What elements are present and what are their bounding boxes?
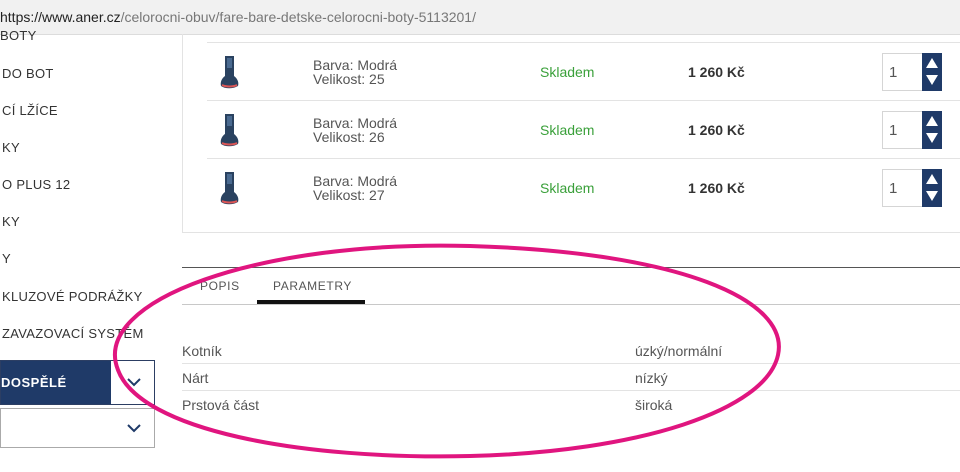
triangle-down-icon[interactable] [926,133,938,143]
quantity-stepper[interactable]: 1 [882,53,942,91]
table-row: Prstová část široká [182,391,960,417]
table-row: Barva: Modrá Velikost: 27 Skladem 1 260 … [207,158,960,217]
stepper-buttons[interactable] [922,111,942,149]
address-bar[interactable]: https://www.aner.cz/celorocni-obuv/fare-… [0,0,960,35]
table-row: Barva: Modrá Velikost: 26 Skladem 1 260 … [207,100,960,159]
product-tabs: POPIS PARAMETRY [182,267,960,305]
param-name: Prstová část [182,397,260,413]
shoe-thumbnail [220,56,239,89]
param-value: nízký [635,370,668,386]
variant-attributes: Barva: Modrá Velikost: 27 [313,174,397,202]
table-row: Barva: Modrá Velikost: 25 Skladem 1 260 … [207,42,960,101]
quantity-value[interactable]: 1 [889,180,897,197]
quantity-value[interactable]: 1 [889,122,897,139]
stock-status: Skladem [540,64,595,80]
tab-popis[interactable]: POPIS [200,279,240,293]
shoe-thumbnail [220,114,239,147]
variant-color: Barva: Modrá [313,115,398,131]
chevron-down-icon [127,378,141,387]
triangle-down-icon[interactable] [926,75,938,85]
variant-size: Velikost: 27 [313,187,385,203]
variant-color: Barva: Modrá [313,57,398,73]
stepper-buttons[interactable] [922,53,942,91]
sidebar-item[interactable]: KY [2,140,20,155]
url-host: https://www.aner.cz [0,9,121,25]
sidebar-item[interactable]: CÍ LŽÍCE [2,103,58,118]
active-tab-indicator [257,300,365,304]
param-name: Nárt [182,370,209,386]
stepper-buttons[interactable] [922,169,942,207]
tab-parametry[interactable]: PARAMETRY [273,279,352,293]
variant-price: 1 260 Kč [688,64,745,80]
variant-price: 1 260 Kč [688,122,745,138]
sidebar-item[interactable]: O PLUS 12 [2,177,70,192]
sidebar-item[interactable]: KLUZOVÉ PODRÁŽKY [2,289,143,304]
table-row: Nárt nízký [182,364,960,391]
variant-size: Velikost: 25 [313,71,385,87]
param-name: Kotník [182,343,222,359]
quantity-value[interactable]: 1 [889,64,897,81]
sidebar-item[interactable]: BOTY [0,28,37,43]
triangle-up-icon[interactable] [926,174,938,184]
triangle-up-icon[interactable] [926,58,938,68]
quantity-stepper[interactable]: 1 [882,169,942,207]
sidebar-item[interactable]: Y [2,251,11,266]
sidebar-item[interactable]: KY [2,214,20,229]
category-dropdown[interactable] [0,408,155,448]
sidebar-item[interactable]: DO BOT [2,66,54,81]
triangle-down-icon[interactable] [926,191,938,201]
shoe-thumbnail [220,172,239,205]
category-label: DOSPĚLÉ [1,361,111,404]
variants-table: Barva: Modrá Velikost: 25 Skladem 1 260 … [182,34,960,233]
sidebar-item[interactable]: ZAVAZOVACÍ SYSTÉM [2,326,144,341]
variant-color: Barva: Modrá [313,173,398,189]
triangle-up-icon[interactable] [926,116,938,126]
variant-price: 1 260 Kč [688,180,745,196]
param-value: široká [635,397,673,413]
table-row: Kotník úzký/normální [182,337,960,364]
quantity-stepper[interactable]: 1 [882,111,942,149]
url-path: /celorocni-obuv/fare-bare-detske-celoroc… [120,9,476,25]
param-value: úzký/normální [635,343,723,359]
variant-attributes: Barva: Modrá Velikost: 26 [313,116,397,144]
variant-attributes: Barva: Modrá Velikost: 25 [313,58,397,86]
category-dropdown-dospele[interactable]: DOSPĚLÉ [0,360,155,405]
stock-status: Skladem [540,122,595,138]
variant-size: Velikost: 26 [313,129,385,145]
stock-status: Skladem [540,180,595,196]
category-sidebar: BOTY DO BOT CÍ LŽÍCE KY O PLUS 12 KY Y K… [0,28,165,472]
chevron-down-icon [127,424,141,433]
